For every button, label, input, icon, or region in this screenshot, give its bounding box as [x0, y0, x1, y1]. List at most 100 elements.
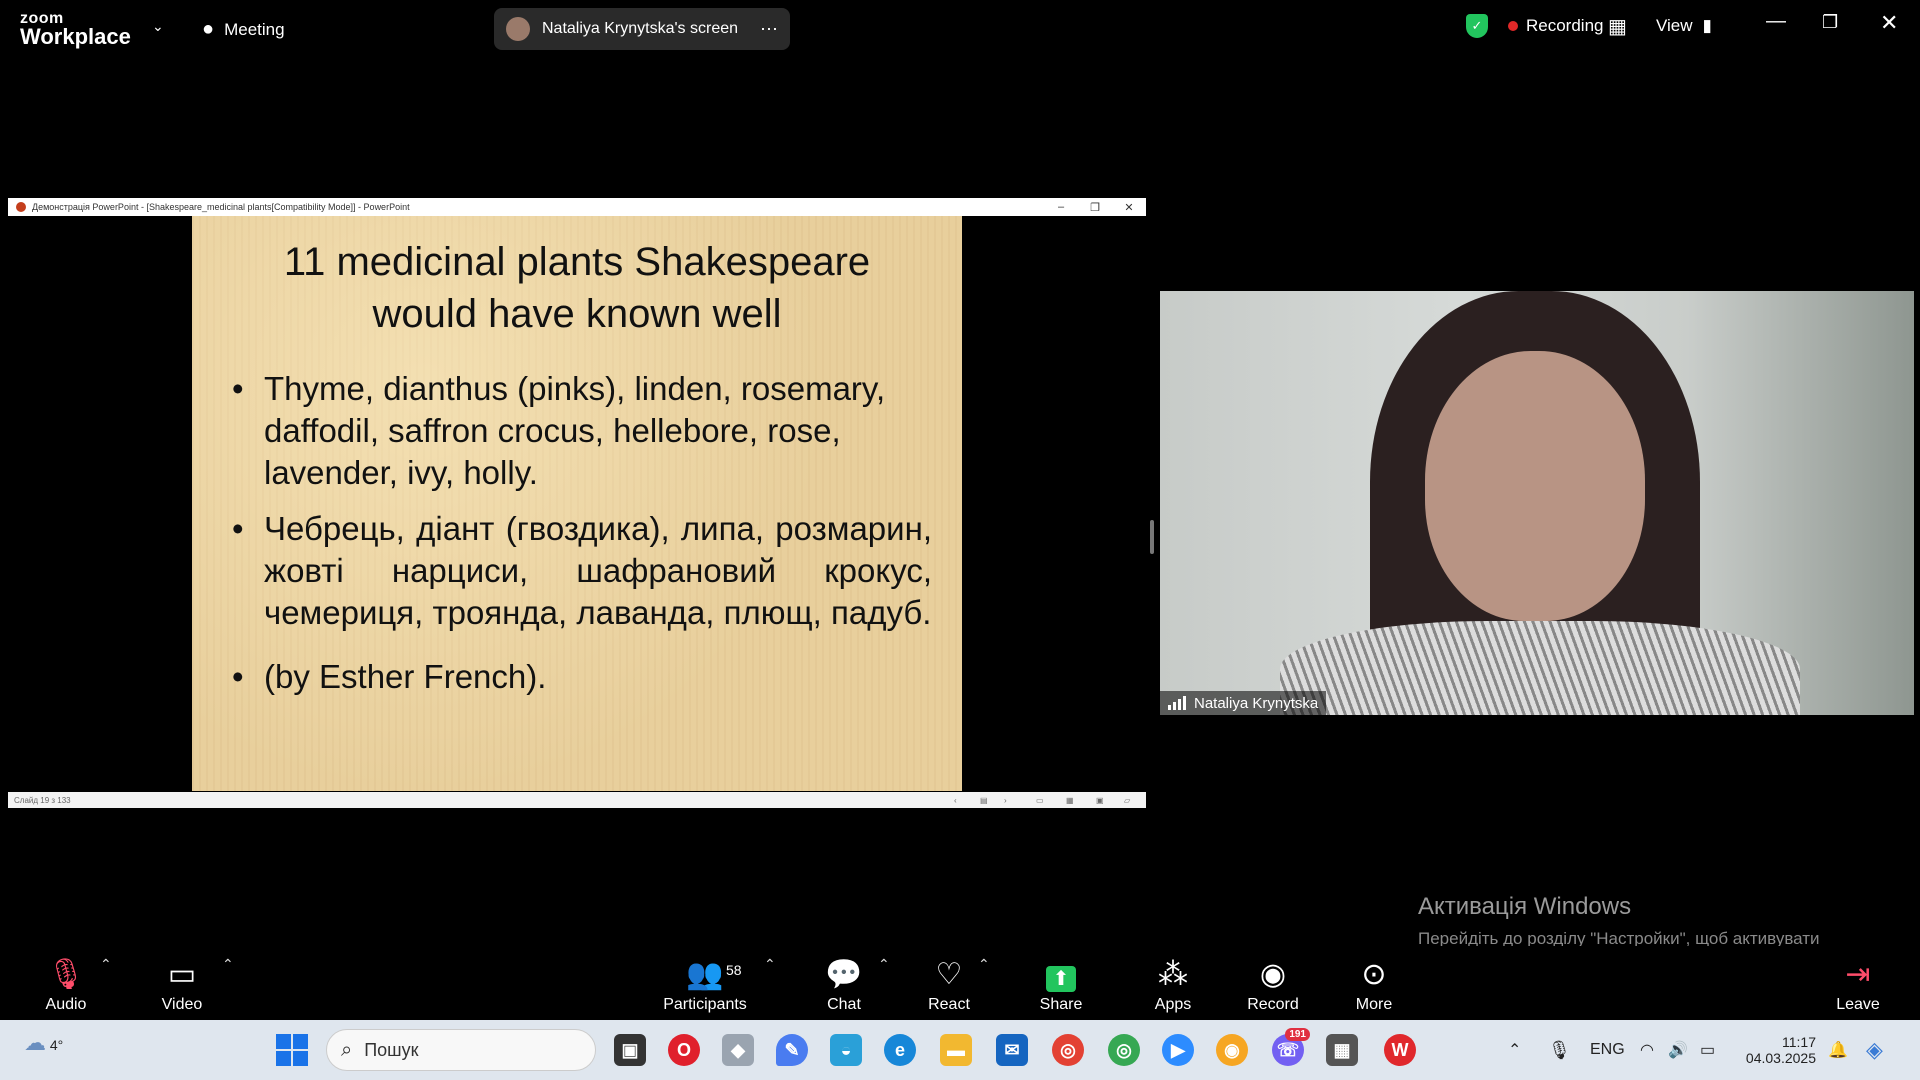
video-button[interactable]: ▭ Video — [152, 946, 212, 1020]
sorter-view-icon[interactable]: ▦ — [1066, 796, 1074, 805]
more-options-icon[interactable]: ⋯ — [760, 19, 778, 40]
slide-menu-icon[interactable]: ▤ — [980, 796, 988, 805]
recording-label: Recording — [1526, 16, 1604, 35]
participant-face — [1425, 351, 1645, 621]
zoom-top-bar: zoom Workplace ⌄ ● Meeting Nataliya Kryn… — [0, 0, 1920, 56]
notifications-icon[interactable]: 🔔 — [1828, 1020, 1848, 1080]
video-camera-icon: ▭ — [167, 958, 197, 991]
participants-icon: 👥 — [686, 958, 724, 991]
copilot-icon[interactable]: ◈ — [1866, 1020, 1883, 1080]
chat-caret-icon[interactable]: ⌃ — [878, 956, 890, 973]
react-button[interactable]: ♡ React — [916, 946, 982, 1020]
weather-icon: ☁ — [24, 1030, 46, 1055]
chat-label: Chat — [827, 996, 861, 1013]
heart-icon: ♡ — [935, 958, 963, 991]
clock-time: 11:17 — [1782, 1034, 1816, 1050]
slide-title-line-2: would have known well — [372, 292, 782, 336]
ppt-close-icon[interactable]: ✕ — [1112, 198, 1146, 216]
opera-icon[interactable]: O — [668, 1034, 700, 1066]
participants-label: Participants — [663, 996, 747, 1013]
edge-icon[interactable]: e — [884, 1034, 916, 1066]
split-resize-handle[interactable] — [1150, 520, 1154, 554]
clock[interactable]: 11:17 04.03.2025 — [1740, 1020, 1816, 1080]
chrome-icon[interactable]: ◎ — [1052, 1034, 1084, 1066]
participants-count: 58 — [726, 962, 742, 978]
task-view-icon[interactable]: ▣ — [614, 1034, 646, 1066]
participants-button[interactable]: 👥 Participants — [660, 946, 750, 1020]
gallery-grid-icon[interactable]: ▦ — [1608, 14, 1627, 39]
microphone-icon[interactable]: 🎙 — [1548, 1020, 1571, 1080]
ppt-window-title: Демонстрація PowerPoint - [Shakespeare_m… — [32, 202, 410, 212]
video-options-caret-icon[interactable]: ⌃ — [222, 956, 234, 973]
restore-icon[interactable]: ❐ — [1822, 12, 1838, 33]
close-icon[interactable]: ✕ — [1880, 10, 1898, 36]
chat-button[interactable]: 💬 Chat — [812, 946, 876, 1020]
ppt-minimize-icon[interactable]: – — [1044, 198, 1078, 216]
next-slide-icon[interactable]: › — [1004, 796, 1007, 805]
prev-slide-icon[interactable]: ‹ — [954, 796, 957, 805]
app-icon[interactable]: ◆ — [722, 1034, 754, 1066]
meeting-controls-toolbar: 🎙 Audio ⌃ ▭ Video ⌃ 👥 Participants 58 ⌃ … — [0, 946, 1920, 1020]
screen-share-pill[interactable]: Nataliya Krynytska's screen ⋯ — [494, 8, 790, 50]
ppt-status-bar: Слайд 19 з 133 ‹ ▤ › ▭ ▦ ▣ ▱ — [8, 792, 1146, 808]
people-icon: ● — [202, 18, 215, 40]
audio-options-caret-icon[interactable]: ⌃ — [100, 956, 112, 973]
calculator-icon[interactable]: ▦ — [1326, 1034, 1358, 1066]
normal-view-icon[interactable]: ▭ — [1036, 796, 1044, 805]
chrome-profile-icon[interactable]: ◎ — [1108, 1034, 1140, 1066]
bullet-marker: • — [232, 370, 244, 407]
search-placeholder: Пошук — [364, 1039, 419, 1060]
audio-label: Audio — [45, 996, 87, 1013]
photos-icon[interactable]: ◒ — [830, 1034, 862, 1066]
avatar — [506, 17, 530, 41]
record-button[interactable]: ◉ Record — [1238, 946, 1308, 1020]
view-layout-icon: ▮ — [1702, 16, 1712, 35]
paint-icon[interactable]: ✎ — [776, 1034, 808, 1066]
taskbar-search[interactable]: ⌕ Пошук — [326, 1029, 596, 1071]
zoom-icon[interactable]: ▶ — [1162, 1034, 1194, 1066]
slide-title: 11 medicinal plants Shakespeare would ha… — [192, 236, 962, 340]
participants-caret-icon[interactable]: ⌃ — [764, 956, 776, 973]
ppt-restore-icon[interactable]: ❐ — [1078, 198, 1112, 216]
weather-temp: 4° — [49, 1037, 64, 1053]
wifi-icon[interactable]: ◠ — [1640, 1020, 1654, 1080]
leave-button[interactable]: ⇥ Leave — [1826, 946, 1890, 1020]
apps-button[interactable]: ⁂ Apps — [1140, 946, 1206, 1020]
slideshow-view-icon[interactable]: ▱ — [1124, 796, 1130, 805]
more-button[interactable]: ⊙ More — [1342, 946, 1406, 1020]
participant-video-tile[interactable]: Nataliya Krynytska — [1160, 291, 1914, 715]
leave-icon: ⇥ — [1845, 958, 1871, 991]
minimize-icon[interactable]: — — [1766, 10, 1786, 33]
ppt-title-bar: Демонстрація PowerPoint - [Shakespeare_m… — [8, 198, 1146, 216]
view-button[interactable]: View ▮ — [1656, 16, 1712, 36]
shield-icon[interactable]: ✓ — [1466, 14, 1488, 38]
browser-icon[interactable]: ◉ — [1216, 1034, 1248, 1066]
windows-start-icon[interactable] — [276, 1034, 308, 1066]
slide-bullet: • Thyme, dianthus (pinks), linden, rosem… — [232, 368, 932, 494]
file-explorer-icon[interactable]: ▬ — [940, 1034, 972, 1066]
weather-widget[interactable]: ☁ 4° — [24, 1030, 63, 1056]
battery-icon[interactable]: ▭ — [1700, 1020, 1715, 1080]
bullet-text: Thyme, dianthus (pinks), linden, rosemar… — [264, 370, 886, 491]
reading-view-icon[interactable]: ▣ — [1096, 796, 1104, 805]
wps-office-icon[interactable]: W — [1384, 1034, 1416, 1066]
bullet-text: Чебрець, діант (гвоздика), липа, розмари… — [264, 510, 932, 631]
viber-badge: 191 — [1285, 1028, 1310, 1041]
mail-icon[interactable]: ✉ — [996, 1034, 1028, 1066]
search-icon: ⌕ — [341, 1038, 353, 1061]
chevron-down-icon[interactable]: ⌄ — [152, 18, 164, 35]
zoom-workplace-logo: Workplace — [20, 24, 131, 49]
share-button[interactable]: ⬆ Share — [1028, 946, 1094, 1020]
audio-button[interactable]: 🎙 Audio — [36, 946, 96, 1020]
windows-taskbar: ☁ 4° ⌕ Пошук ▣ O ◆ ✎ ◒ e ▬ ✉ ◎ ◎ ▶ ◉ ☏ 19… — [0, 1020, 1920, 1080]
show-hidden-icons[interactable]: ⌃ — [1508, 1020, 1521, 1080]
slide: 11 medicinal plants Shakespeare would ha… — [192, 216, 962, 791]
react-caret-icon[interactable]: ⌃ — [978, 956, 990, 973]
slide-title-line-1: 11 medicinal plants Shakespeare — [283, 240, 871, 284]
share-label: Nataliya Krynytska's screen — [542, 20, 739, 37]
volume-icon[interactable]: 🔊 — [1668, 1020, 1688, 1080]
language-indicator[interactable]: ENG — [1590, 1020, 1625, 1080]
recording-indicator[interactable]: Recording — [1508, 16, 1604, 36]
meeting-info-button[interactable]: ● Meeting — [202, 18, 285, 41]
viber-icon[interactable]: ☏ 191 — [1272, 1028, 1310, 1066]
